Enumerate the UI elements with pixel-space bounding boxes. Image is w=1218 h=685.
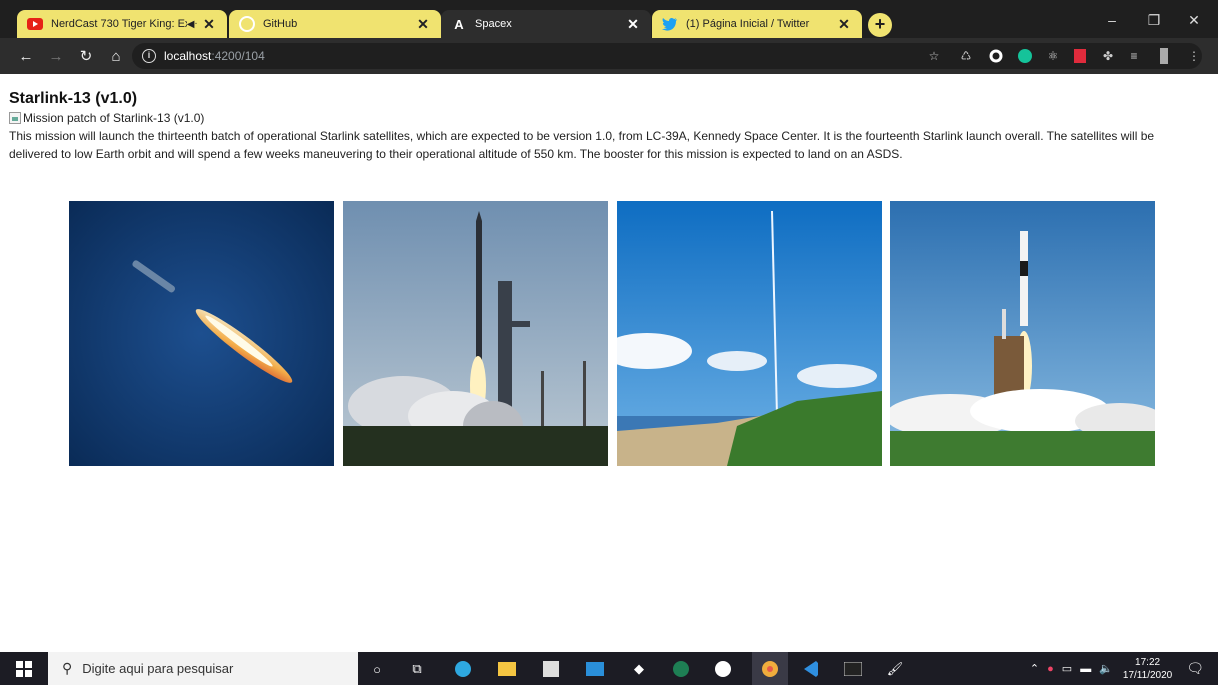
profile-avatar-icon[interactable] bbox=[1156, 48, 1172, 64]
reload-icon[interactable]: ↻ bbox=[72, 47, 100, 65]
twitter-icon bbox=[662, 16, 678, 32]
battery-icon[interactable]: ▬ bbox=[1080, 663, 1091, 675]
browser-toolbar: ← → ↻ ⌂ i localhost :4200/104 ☆ ♺ ⚛ ✤ ≡ … bbox=[0, 38, 1218, 74]
tab-title: (1) Página Inicial / Twitter bbox=[686, 18, 810, 30]
o-extension-icon[interactable] bbox=[988, 48, 1004, 64]
vscode-icon[interactable] bbox=[800, 658, 822, 680]
notifications-icon[interactable]: 🗨 bbox=[1186, 660, 1204, 677]
taskbar-search-box[interactable]: ⚲ Digite aqui para pesquisar bbox=[48, 652, 358, 685]
chrome-icon[interactable] bbox=[752, 652, 788, 685]
new-tab-button[interactable]: + bbox=[868, 13, 892, 37]
tab-twitter[interactable]: (1) Página Inicial / Twitter ✕ bbox=[652, 10, 862, 38]
tab-title: NerdCast 730 Tiger King: Exc bbox=[51, 18, 187, 30]
tab-title: Spacex bbox=[475, 18, 512, 30]
address-bar[interactable]: i localhost :4200/104 bbox=[132, 43, 1202, 69]
back-icon[interactable]: ← bbox=[12, 48, 40, 65]
site-info-icon[interactable]: i bbox=[142, 49, 156, 63]
close-tab-icon[interactable]: ✕ bbox=[836, 16, 852, 33]
url-host: localhost bbox=[164, 49, 212, 63]
clock-time: 17:22 bbox=[1135, 656, 1161, 668]
github-icon bbox=[239, 16, 255, 32]
system-tray: ⌃ ● ▭ ▬ 🔈 17:22 17/11/2020 🗨 bbox=[1030, 652, 1218, 685]
close-tab-icon[interactable]: ✕ bbox=[415, 16, 431, 33]
search-placeholder: Digite aqui para pesquisar bbox=[82, 661, 234, 676]
antivirus-icon[interactable]: ● bbox=[1047, 663, 1054, 675]
close-tab-icon[interactable]: ✕ bbox=[625, 16, 641, 33]
extensions-puzzle-icon[interactable]: ✤ bbox=[1100, 48, 1116, 64]
launch-photo-1 bbox=[69, 201, 334, 466]
search-icon: ⚲ bbox=[62, 660, 73, 676]
launch-photo-3 bbox=[617, 201, 882, 466]
mission-patch-alt-text: Mission patch of Starlink-13 (v1.0) bbox=[23, 111, 205, 125]
app-icon-green[interactable] bbox=[670, 658, 692, 680]
tab-github[interactable]: GitHub ✕ bbox=[229, 10, 441, 38]
maximize-button[interactable]: ❐ bbox=[1134, 12, 1174, 29]
file-explorer-icon[interactable] bbox=[496, 658, 518, 680]
mission-patch-broken-image: Mission patch of Starlink-13 (v1.0) bbox=[9, 111, 204, 125]
launch-photo-4 bbox=[890, 201, 1155, 466]
bookmark-star-icon[interactable]: ☆ bbox=[926, 48, 942, 64]
network-icon[interactable]: ▭ bbox=[1062, 662, 1072, 675]
close-tab-icon[interactable]: ✕ bbox=[201, 16, 217, 33]
tab-title: GitHub bbox=[263, 18, 298, 30]
audio-playing-icon[interactable]: ◀︎ᐧ bbox=[187, 19, 197, 30]
close-window-button[interactable]: ✕ bbox=[1174, 12, 1214, 29]
terminal-icon[interactable] bbox=[842, 658, 864, 680]
home-icon[interactable]: ⌂ bbox=[102, 48, 130, 65]
tab-nerdcast[interactable]: NerdCast 730 Tiger King: Exc ◀︎ᐧ ✕ bbox=[17, 10, 227, 38]
react-devtools-icon[interactable]: ⚛ bbox=[1045, 48, 1061, 64]
edge-icon[interactable] bbox=[452, 658, 474, 680]
browser-tab-strip: NerdCast 730 Tiger King: Exc ◀︎ᐧ ✕ GitHu… bbox=[0, 0, 1218, 38]
broken-image-icon bbox=[9, 112, 21, 124]
mission-title: Starlink-13 (v1.0) bbox=[9, 90, 138, 107]
git-kraken-icon[interactable]: ◆ bbox=[628, 658, 650, 680]
store-icon[interactable] bbox=[540, 658, 562, 680]
volume-icon[interactable]: 🔈 bbox=[1099, 662, 1113, 675]
menu-kebab-icon[interactable]: ⋮ bbox=[1186, 48, 1202, 64]
clock-date: 17/11/2020 bbox=[1122, 669, 1173, 681]
red-extension-icon[interactable] bbox=[1072, 48, 1088, 64]
cortana-icon[interactable]: ○ bbox=[366, 658, 388, 680]
windows-start-icon[interactable] bbox=[13, 658, 35, 680]
minimize-button[interactable]: – bbox=[1092, 12, 1132, 28]
youtube-icon bbox=[27, 16, 43, 32]
task-view-icon[interactable]: ⧉ bbox=[406, 658, 428, 680]
mission-description: This mission will launch the thirteenth … bbox=[9, 129, 1155, 161]
recycle-extension-icon[interactable]: ♺ bbox=[958, 48, 974, 64]
paint-icon[interactable]: 🖌 bbox=[884, 658, 906, 680]
steam-icon[interactable] bbox=[712, 658, 734, 680]
grammarly-icon[interactable] bbox=[1017, 48, 1033, 64]
page-content: Starlink-13 (v1.0) Mission patch of Star… bbox=[0, 74, 1218, 652]
mail-icon[interactable] bbox=[584, 658, 606, 680]
show-hidden-icons-chevron-icon[interactable]: ⌃ bbox=[1030, 662, 1039, 675]
tab-spacex[interactable]: A Spacex ✕ bbox=[441, 10, 651, 38]
launch-photo-2 bbox=[343, 201, 608, 466]
clock[interactable]: 17:22 17/11/2020 bbox=[1123, 656, 1172, 682]
angular-icon: A bbox=[454, 16, 464, 32]
forward-icon[interactable]: → bbox=[42, 48, 70, 65]
url-path: :4200/104 bbox=[211, 49, 265, 63]
reading-list-icon[interactable]: ≡ bbox=[1126, 48, 1142, 64]
windows-taskbar: ⚲ Digite aqui para pesquisar ○ ⧉ ◆ 🖌 ⌃ ●… bbox=[0, 652, 1218, 685]
